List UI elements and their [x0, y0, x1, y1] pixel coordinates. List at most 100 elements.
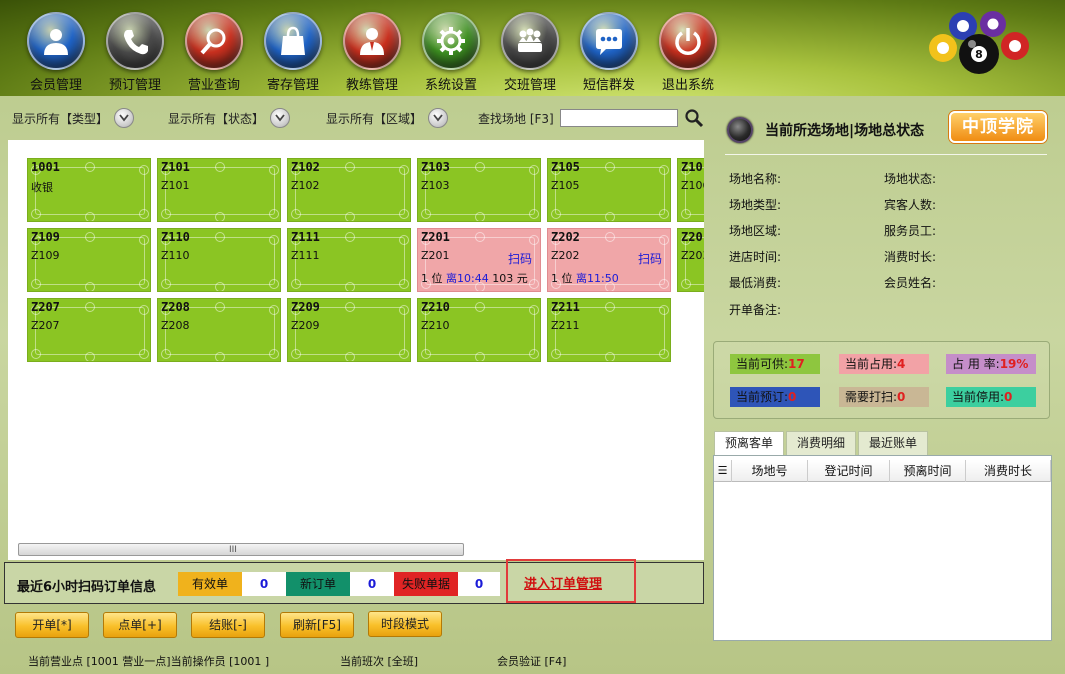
toolbar-button-gear[interactable]: 系统设置 — [411, 8, 491, 93]
pocket-icon — [345, 162, 355, 172]
toolbar-button-member[interactable]: 会员管理 — [16, 8, 96, 93]
toolbar-label: 会员管理 — [29, 78, 82, 93]
pocket-icon — [215, 282, 225, 291]
table-tile[interactable]: Z202 Z202 扫码 1 位 离11:50 — [547, 228, 671, 292]
table-tile[interactable]: Z101 Z101 — [157, 158, 281, 222]
table-name: Z10 — [681, 160, 703, 174]
toolbar-label: 短信群发 — [582, 78, 635, 93]
pocket-icon — [475, 162, 485, 172]
toolbar-button-message[interactable]: 短信群发 — [569, 8, 649, 93]
toolbar-button-search[interactable]: 营业查询 — [174, 8, 254, 93]
pocket-icon — [681, 209, 691, 219]
toolbar-button-power[interactable]: 退出系统 — [648, 8, 728, 93]
pocket-icon — [291, 279, 301, 289]
table-name: Z103 — [421, 160, 450, 174]
pocket-icon — [475, 352, 485, 361]
pocket-icon — [269, 279, 279, 289]
table-tile[interactable]: Z109 Z109 — [27, 228, 151, 292]
table-tile[interactable]: Z211 Z211 — [547, 298, 671, 362]
stat-value: 19% — [999, 357, 1029, 371]
pocket-icon — [85, 212, 95, 221]
chevron-down-icon[interactable] — [428, 108, 449, 128]
type-filter[interactable]: 显示所有【类型】 — [12, 108, 135, 128]
row-selector-icon[interactable]: ☰ — [714, 460, 732, 482]
pocket-icon — [215, 212, 225, 221]
selected-table-panel: 当前所选场地|场地总状态 中顶学院 场地名称: 场地类型: 场地区域: 进店时间… — [711, 99, 1054, 641]
toolbar-button-bag[interactable]: 寄存管理 — [253, 8, 333, 93]
chevron-down-icon[interactable] — [270, 108, 291, 128]
table-name: Z101 — [161, 160, 190, 174]
stat-value: 0 — [788, 390, 797, 404]
table-tile[interactable]: Z209 Z209 — [287, 298, 411, 362]
search-input[interactable] — [559, 109, 678, 127]
horizontal-scrollbar[interactable]: III — [18, 543, 464, 556]
table-tile[interactable]: Z103 Z103 — [417, 158, 541, 222]
table-tile[interactable]: Z207 Z207 — [27, 298, 151, 362]
member-verify[interactable]: 会员验证 [F4] — [497, 653, 566, 669]
table-name: Z109 — [31, 230, 60, 244]
pocket-icon — [605, 352, 615, 361]
table-tile[interactable]: Z102 Z102 — [287, 158, 411, 222]
pocket-icon — [139, 279, 149, 289]
table-code: Z203 — [681, 249, 704, 262]
table-name: Z210 — [421, 300, 450, 314]
pocket-icon — [269, 235, 279, 245]
table-code: Z211 — [551, 319, 580, 332]
table-code: Z103 — [421, 179, 450, 192]
pocket-icon — [659, 209, 669, 219]
tab-departing-guests[interactable]: 预离客单 — [714, 431, 784, 455]
table-occupancy-info: 1 位 离11:50 — [551, 270, 619, 286]
table-code: 收银 — [31, 181, 53, 194]
pocket-icon — [529, 209, 539, 219]
pocket-icon — [85, 282, 95, 291]
open-table-button[interactable]: 开单[*] — [15, 612, 89, 638]
table-code: Z208 — [161, 319, 190, 332]
field-service-staff: 服务员工: — [884, 224, 937, 238]
table-tile[interactable]: 1001 收银 — [27, 158, 151, 222]
time-mode-button[interactable]: 时段模式 — [368, 611, 442, 637]
stat-label: 当前预订: — [736, 390, 789, 404]
column-table-no[interactable]: 场地号 — [732, 460, 808, 482]
table-code: Z109 — [31, 249, 60, 262]
table-name: Z110 — [161, 230, 190, 244]
table-tile[interactable]: Z20 Z203 — [677, 228, 704, 292]
toolbar-button-phone[interactable]: 预订管理 — [95, 8, 175, 93]
main-toolbar: 会员管理 预订管理 营业查询 寄存管理 教练管理 系统设置 交班管理 短信群发 退出系统 8 — [0, 0, 1065, 96]
scan-badge: 扫码 — [637, 252, 662, 266]
add-order-button[interactable]: 点单[+] — [103, 612, 177, 638]
search-icon[interactable] — [684, 108, 704, 128]
area-filter[interactable]: 显示所有【区域】 — [326, 108, 449, 128]
pocket-icon — [529, 279, 539, 289]
status-filter[interactable]: 显示所有【状态】 — [168, 108, 291, 128]
column-register-time[interactable]: 登记时间 — [808, 460, 890, 482]
table-tile[interactable]: Z111 Z111 — [287, 228, 411, 292]
column-duration[interactable]: 消费时长 — [966, 460, 1051, 482]
refresh-button[interactable]: 刷新[F5] — [280, 612, 354, 638]
valid-order-label: 有效单 — [178, 572, 242, 596]
chevron-down-icon[interactable] — [114, 108, 135, 128]
tab-recent-bills[interactable]: 最近账单 — [858, 431, 928, 455]
table-name: Z20 — [681, 230, 703, 244]
tab-consumption-detail[interactable]: 消费明细 — [786, 431, 856, 455]
pocket-icon — [605, 212, 615, 221]
toolbar-button-meeting[interactable]: 交班管理 — [490, 8, 570, 93]
brand-logo: 中顶学院 — [949, 111, 1047, 143]
column-leave-time[interactable]: 预离时间 — [890, 460, 966, 482]
order-management-link[interactable]: 进入订单管理 — [524, 573, 602, 592]
pocket-icon — [291, 209, 301, 219]
table-tile[interactable]: Z110 Z110 — [157, 228, 281, 292]
scrollbar-grip[interactable]: III — [229, 545, 237, 555]
pocket-icon — [85, 162, 95, 172]
search-icon — [185, 12, 243, 70]
table-tile[interactable]: Z210 Z210 — [417, 298, 541, 362]
table-tile[interactable]: Z105 Z105 — [547, 158, 671, 222]
new-order-label: 新订单 — [286, 572, 350, 596]
checkout-button[interactable]: 结账[-] — [191, 612, 265, 638]
pocket-icon — [605, 232, 615, 242]
table-tile[interactable]: Z10 Z106 — [677, 158, 704, 222]
pocket-icon — [139, 305, 149, 315]
pocket-icon — [85, 302, 95, 312]
table-tile[interactable]: Z208 Z208 — [157, 298, 281, 362]
table-tile[interactable]: Z201 Z201 扫码 1 位 离10:44 103 元 — [417, 228, 541, 292]
toolbar-button-coach[interactable]: 教练管理 — [332, 8, 412, 93]
